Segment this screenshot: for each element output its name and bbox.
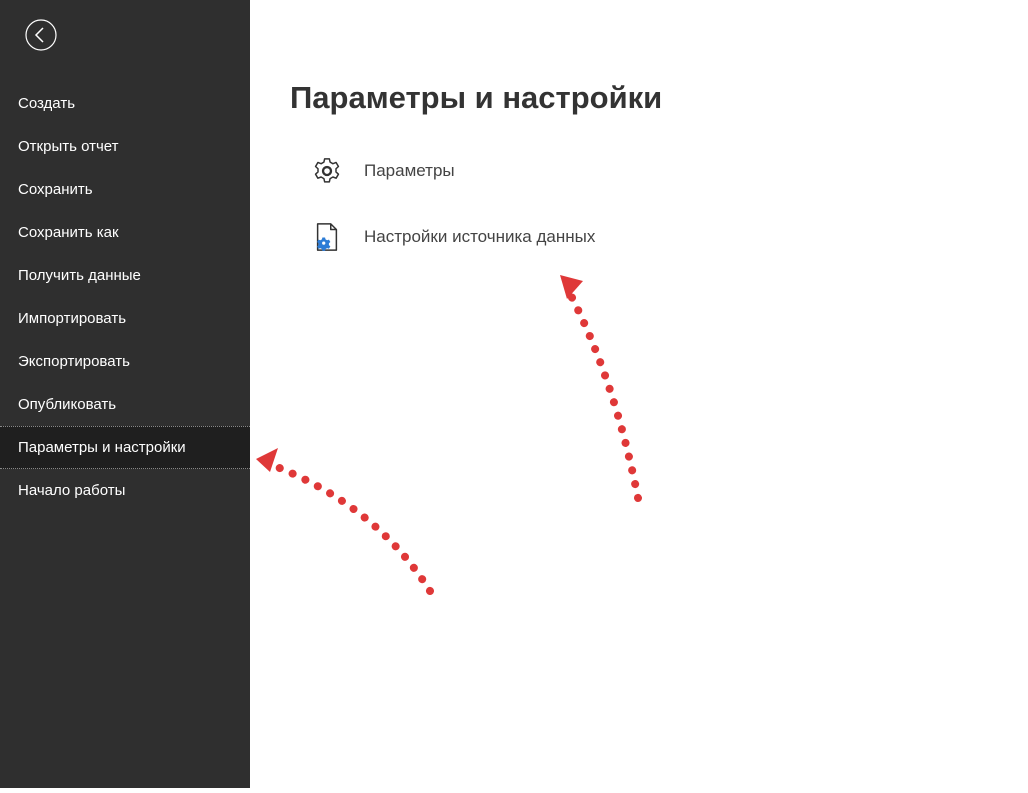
sidebar-item-import[interactable]: Импортировать: [0, 297, 250, 340]
sidebar-item-save-as[interactable]: Сохранить как: [0, 211, 250, 254]
annotation-arrow-left: [256, 448, 430, 591]
option-data-source-settings[interactable]: Настройки источника данных: [312, 222, 988, 252]
annotation-overlay: [250, 0, 1028, 788]
back-button[interactable]: [22, 18, 60, 56]
sidebar-item-label: Сохранить как: [18, 224, 119, 241]
sidebar-item-label: Начало работы: [18, 482, 125, 499]
sidebar-item-label: Опубликовать: [18, 396, 116, 413]
sidebar-item-open-report[interactable]: Открыть отчет: [0, 125, 250, 168]
option-parameters[interactable]: Параметры: [312, 156, 988, 186]
sidebar-item-label: Импортировать: [18, 310, 126, 327]
sidebar-item-label: Параметры и настройки: [18, 439, 186, 456]
sidebar-item-label: Экспортировать: [18, 353, 130, 370]
sidebar-item-label: Получить данные: [18, 267, 141, 284]
sidebar-item-create[interactable]: Создать: [0, 82, 250, 125]
options-list: Параметры Настройки источника данных: [290, 156, 988, 252]
file-gear-icon: [312, 222, 342, 252]
sidebar-item-label: Открыть отчет: [18, 138, 119, 155]
option-label: Настройки источника данных: [364, 227, 595, 247]
option-label: Параметры: [364, 161, 455, 181]
sidebar-item-label: Сохранить: [18, 181, 93, 198]
sidebar-item-save[interactable]: Сохранить: [0, 168, 250, 211]
sidebar-item-options-settings[interactable]: Параметры и настройки: [0, 426, 250, 469]
sidebar-item-label: Создать: [18, 95, 75, 112]
page-title: Параметры и настройки: [290, 80, 988, 116]
sidebar-menu: Создать Открыть отчет Сохранить Сохранит…: [0, 74, 250, 512]
arrow-left-circle-icon: [24, 18, 58, 57]
main-content: Параметры и настройки Параметры: [250, 0, 1028, 788]
sidebar: Создать Открыть отчет Сохранить Сохранит…: [0, 0, 250, 788]
gear-icon: [312, 156, 342, 186]
sidebar-item-publish[interactable]: Опубликовать: [0, 383, 250, 426]
sidebar-item-getting-started[interactable]: Начало работы: [0, 469, 250, 512]
sidebar-item-get-data[interactable]: Получить данные: [0, 254, 250, 297]
annotation-arrow-up: [560, 275, 638, 498]
sidebar-item-export[interactable]: Экспортировать: [0, 340, 250, 383]
